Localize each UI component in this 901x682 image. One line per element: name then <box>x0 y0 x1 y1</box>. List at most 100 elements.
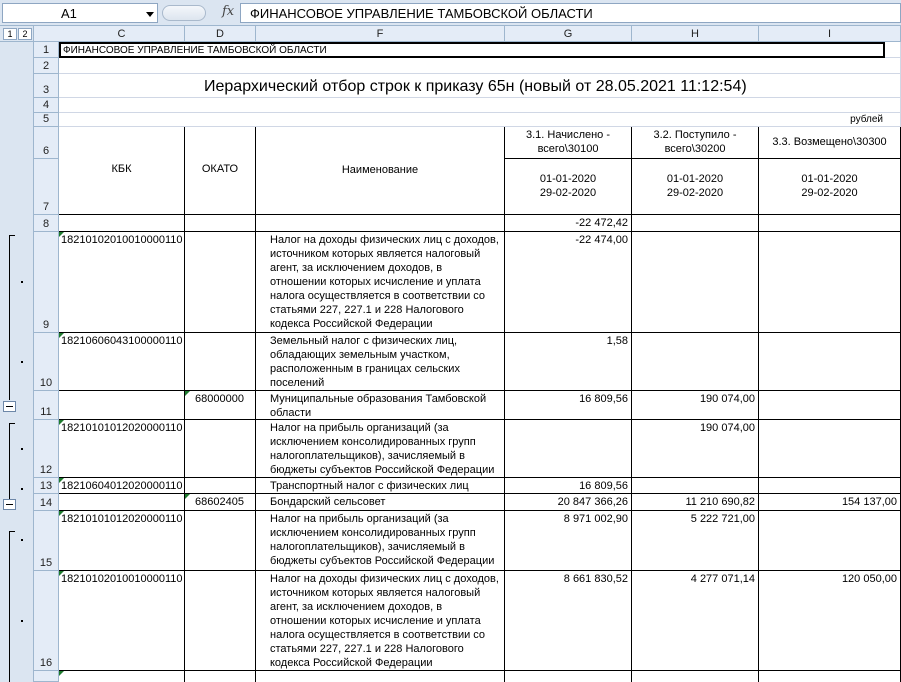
cell-received[interactable]: 5 222 721,00 <box>632 511 759 571</box>
cell-name[interactable]: Бондарский сельсовет <box>256 494 505 511</box>
name-box[interactable]: A1 <box>2 3 158 23</box>
collapse-group-button[interactable] <box>3 401 16 412</box>
row-header[interactable]: 12 <box>34 420 59 478</box>
header-name[interactable]: Наименование <box>256 127 505 215</box>
cell-refunded[interactable] <box>759 511 901 571</box>
cell-accrued[interactable]: 8 661 830,52 <box>505 571 632 671</box>
header-period-i[interactable]: 01-01-2020 29-02-2020 <box>759 159 901 215</box>
row-header[interactable]: 5 <box>34 113 59 127</box>
cell-kbk[interactable]: 18210604012020000110 <box>59 478 185 494</box>
column-header-d[interactable]: D <box>185 26 256 42</box>
cell-okato[interactable] <box>185 571 256 671</box>
cell-name[interactable]: Налог на прибыль организаций (за исключе… <box>256 511 505 571</box>
cell-kbk[interactable]: 18210101012020000110 <box>59 420 185 478</box>
cell-refunded[interactable] <box>759 333 901 391</box>
header-kbk[interactable]: КБК <box>59 127 185 215</box>
cell-okato[interactable]: 68602405 <box>185 494 256 511</box>
cell-accrued[interactable]: 16 809,56 <box>505 391 632 420</box>
cell-received[interactable] <box>632 671 759 682</box>
outline-level-1-button[interactable]: 1 <box>3 28 17 40</box>
header-okato[interactable]: ОКАТО <box>185 127 256 215</box>
cell-accrued[interactable]: 1,58 <box>505 333 632 391</box>
cell-received[interactable] <box>632 215 759 232</box>
column-header-c[interactable]: C <box>59 26 185 42</box>
row-header[interactable]: 2 <box>34 58 59 74</box>
cell-refunded[interactable] <box>759 420 901 478</box>
cell-kbk[interactable] <box>59 494 185 511</box>
cell-accrued[interactable]: -22 474,00 <box>505 232 632 333</box>
cell-refunded[interactable] <box>759 232 901 333</box>
row-header[interactable]: 9 <box>34 232 59 333</box>
cell-name[interactable]: Транспортный налог с физических лиц <box>256 478 505 494</box>
cell-refunded[interactable] <box>759 478 901 494</box>
insert-function-icon[interactable]: fx <box>222 4 234 19</box>
cell-name[interactable]: Земельный налог с физических лиц, облада… <box>256 333 505 391</box>
column-header-g[interactable]: G <box>505 26 632 42</box>
cell-received[interactable]: 4 277 071,14 <box>632 571 759 671</box>
cell-accrued[interactable]: 8 971 002,90 <box>505 511 632 571</box>
cell-name[interactable] <box>256 671 505 682</box>
cell-name[interactable]: Муниципальные образования Тамбовской обл… <box>256 391 505 420</box>
row-header[interactable]: 4 <box>34 98 59 113</box>
cell-okato[interactable] <box>185 511 256 571</box>
splitter-handle[interactable] <box>162 5 206 21</box>
collapse-group-button[interactable] <box>3 499 16 510</box>
cell-accrued[interactable]: 20 847 366,26 <box>505 494 632 511</box>
cell-kbk[interactable] <box>59 391 185 420</box>
cell[interactable] <box>59 58 901 74</box>
cell[interactable] <box>59 113 901 127</box>
cell-okato[interactable] <box>185 478 256 494</box>
row-header[interactable]: 6 <box>34 127 59 159</box>
header-accrued[interactable]: 3.1. Начислено - всего\30100 <box>505 127 632 159</box>
cell[interactable] <box>59 98 901 113</box>
cell-name[interactable]: Налог на доходы физических лиц с доходов… <box>256 232 505 333</box>
outline-level-2-button[interactable]: 2 <box>18 28 32 40</box>
cell[interactable] <box>885 42 901 58</box>
cell-refunded[interactable]: 154 137,00 <box>759 494 901 511</box>
chevron-down-icon[interactable] <box>146 12 154 17</box>
header-received[interactable]: 3.2. Поступило - всего\30200 <box>632 127 759 159</box>
header-period-g[interactable]: 01-01-2020 29-02-2020 <box>505 159 632 215</box>
cell-refunded[interactable]: 120 050,00 <box>759 571 901 671</box>
cell-okato[interactable] <box>185 333 256 391</box>
cell-kbk[interactable]: 18210101012020000110 <box>59 511 185 571</box>
row-header[interactable]: 3 <box>34 74 59 98</box>
row-header[interactable]: 7 <box>34 159 59 215</box>
row-header[interactable]: 8 <box>34 215 59 232</box>
cell-received[interactable] <box>632 478 759 494</box>
cell-received[interactable]: 190 074,00 <box>632 391 759 420</box>
row-header[interactable] <box>34 671 59 682</box>
cell-received[interactable]: 11 210 690,82 <box>632 494 759 511</box>
cell-accrued[interactable]: -22 472,42 <box>505 215 632 232</box>
column-header-i[interactable]: I <box>759 26 901 42</box>
row-header[interactable]: 11 <box>34 391 59 420</box>
cell-okato[interactable] <box>185 215 256 232</box>
cell-refunded[interactable] <box>759 215 901 232</box>
cell-received[interactable]: 190 074,00 <box>632 420 759 478</box>
row-header[interactable]: 14 <box>34 494 59 511</box>
cell-kbk[interactable] <box>59 671 185 682</box>
cell-refunded[interactable] <box>759 671 901 682</box>
cell-received[interactable] <box>632 333 759 391</box>
row-header[interactable]: 10 <box>34 333 59 391</box>
cell-name[interactable]: Налог на прибыль организаций (за исключе… <box>256 420 505 478</box>
row-header[interactable]: 15 <box>34 511 59 571</box>
cell-kbk[interactable]: 18210102010010000110 <box>59 232 185 333</box>
column-header-f[interactable]: F <box>256 26 505 42</box>
cell-okato[interactable]: 68000000 <box>185 391 256 420</box>
cell-name[interactable] <box>256 215 505 232</box>
formula-input[interactable]: ФИНАНСОВОЕ УПРАВЛЕНИЕ ТАМБОВСКОЙ ОБЛАСТИ <box>240 3 901 23</box>
cell-accrued[interactable] <box>505 671 632 682</box>
header-refunded[interactable]: 3.3. Возмещено\30300 <box>759 127 901 159</box>
cell-a1-selected[interactable]: ФИНАНСОВОЕ УПРАВЛЕНИЕ ТАМБОВСКОЙ ОБЛАСТИ <box>59 42 885 58</box>
header-period-h[interactable]: 01-01-2020 29-02-2020 <box>632 159 759 215</box>
row-header[interactable]: 1 <box>34 42 59 58</box>
cell-refunded[interactable] <box>759 391 901 420</box>
row-header[interactable]: 13 <box>34 478 59 494</box>
cell-kbk[interactable] <box>59 215 185 232</box>
cell-accrued[interactable] <box>505 420 632 478</box>
cell-name[interactable]: Налог на доходы физических лиц с доходов… <box>256 571 505 671</box>
cell-received[interactable] <box>632 232 759 333</box>
row-header[interactable]: 16 <box>34 571 59 671</box>
column-header-h[interactable]: H <box>632 26 759 42</box>
